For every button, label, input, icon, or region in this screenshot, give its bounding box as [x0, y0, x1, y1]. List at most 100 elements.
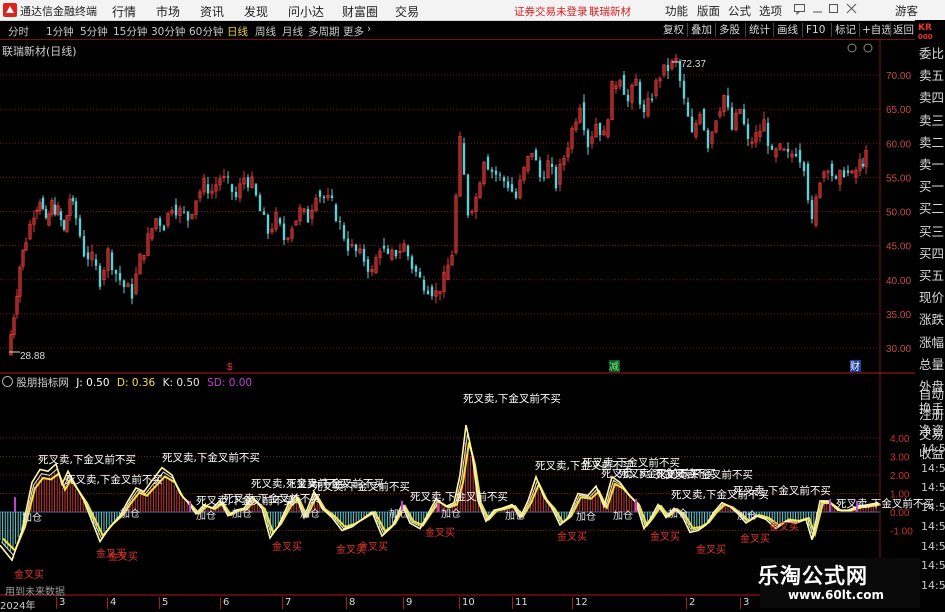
minimize-icon[interactable] — [810, 2, 824, 17]
indicator-name[interactable]: 股朋指标网 — [16, 377, 69, 389]
period-intraday[interactable]: 分时 — [8, 24, 29, 39]
indicator-settings-icon[interactable] — [2, 376, 13, 387]
period-15min[interactable]: 15分钟 — [113, 24, 147, 39]
login-status[interactable]: 证券交易未登录 — [514, 4, 588, 19]
month-tick — [282, 597, 283, 609]
menu-quotes[interactable]: 行情 — [112, 3, 136, 20]
candle-body — [366, 259, 370, 272]
trade-shortcut[interactable]: 自动 — [919, 384, 945, 406]
month-tick — [459, 597, 460, 609]
period-60min[interactable]: 60分钟 — [189, 24, 223, 39]
price-tick: 30.00 — [886, 344, 911, 355]
close-icon[interactable] — [844, 2, 858, 17]
menu-fortune-circle[interactable]: 财富圈 — [342, 3, 378, 20]
add-watchlist-button[interactable]: +自选 — [862, 23, 892, 37]
candle-body — [538, 160, 542, 178]
period-1min[interactable]: 1分钟 — [46, 24, 74, 39]
quote-field[interactable]: 买三 — [919, 221, 945, 243]
candle-body — [74, 201, 78, 219]
candle-body — [186, 211, 190, 221]
quote-field[interactable]: 卖四 — [919, 87, 945, 109]
chevron-right-icon[interactable]: › — [367, 23, 371, 35]
candle-body — [486, 156, 490, 170]
back-button[interactable]: 返回 — [893, 23, 914, 37]
menu-function[interactable]: 功能 — [665, 3, 688, 19]
month-label: 2 — [689, 597, 696, 608]
menu-market[interactable]: 市场 — [156, 3, 180, 20]
quote-field[interactable]: 买二 — [919, 198, 945, 220]
finance-marker[interactable]: 财 — [850, 360, 860, 373]
mark-button[interactable]: 标记 — [835, 23, 856, 37]
app-title: 通达信金融终端 — [20, 5, 97, 18]
quote-field[interactable]: 买一 — [919, 176, 945, 198]
guest-label[interactable]: 游客 — [895, 3, 918, 19]
quote-field[interactable]: 总量 — [919, 354, 945, 376]
menu-ask[interactable]: 问小达 — [288, 3, 324, 20]
trade-shortcut[interactable]: 注册 — [919, 404, 945, 426]
month-tick — [686, 597, 687, 609]
menu-options[interactable]: 选项 — [759, 3, 782, 19]
add-position-label: 加仓 — [232, 509, 252, 520]
current-stock-name: 联瑞新材 — [589, 6, 631, 18]
candle-body — [266, 214, 270, 234]
dividend-marker[interactable]: $ — [227, 362, 233, 373]
candle-body — [730, 107, 734, 130]
indicator-tick: 3.00 — [890, 453, 910, 464]
period-more[interactable]: 更多 — [343, 24, 364, 39]
draw-line-button[interactable]: 画线 — [777, 23, 798, 37]
period-5min[interactable]: 5分钟 — [80, 24, 108, 39]
quote-field[interactable]: 买四 — [919, 243, 945, 265]
f10-button[interactable]: F10 — [806, 23, 825, 37]
menu-formula[interactable]: 公式 — [728, 3, 751, 19]
chat-icon[interactable] — [792, 2, 806, 17]
month-tick — [403, 597, 404, 609]
candle-body — [638, 81, 642, 105]
period-weekly[interactable]: 周线 — [255, 24, 276, 39]
quote-field[interactable]: 卖五 — [919, 65, 945, 87]
golden-cross-label: 金叉买 — [272, 542, 302, 553]
menu-layout[interactable]: 版面 — [697, 3, 720, 19]
candle-body — [861, 163, 865, 167]
tick-time: 14:56 — [921, 539, 945, 553]
period-multi[interactable]: 多周期 — [308, 24, 340, 39]
candle-body — [82, 236, 86, 257]
candle-body — [334, 204, 338, 222]
title-bar: 通达信金融终端 行情 市场 资讯 发现 问小达 财富圈 交易 证券交易未登录 联… — [0, 0, 945, 21]
multi-stock-button[interactable]: 多股 — [719, 23, 740, 37]
golden-cross-label: 金叉买 — [14, 570, 44, 581]
candle-body — [278, 218, 282, 224]
candle-body — [810, 200, 814, 220]
maximize-icon[interactable] — [826, 2, 840, 17]
quote-field[interactable]: 涨跌 — [919, 309, 945, 331]
quote-field[interactable]: 卖二 — [919, 132, 945, 154]
reduction-marker[interactable]: 减 — [609, 361, 619, 373]
overlay-button[interactable]: 叠加 — [691, 23, 712, 37]
quote-field[interactable]: 卖一 — [919, 154, 945, 176]
chart-settings-icons[interactable] — [847, 43, 873, 53]
golden-cross-label: 金叉买 — [696, 545, 726, 556]
period-30min[interactable]: 30分钟 — [151, 24, 185, 39]
menu-discover[interactable]: 发现 — [244, 3, 268, 20]
month-tick — [512, 597, 513, 609]
month-label: 7 — [285, 597, 292, 608]
candle-body — [386, 248, 390, 254]
golden-cross-label: 金叉买 — [108, 552, 138, 563]
menu-news[interactable]: 资讯 — [200, 3, 224, 20]
quote-field[interactable]: 卖三 — [919, 110, 945, 132]
month-label: 6 — [223, 597, 230, 608]
month-tick — [220, 597, 221, 609]
candle-body — [406, 245, 410, 257]
period-daily[interactable]: 日线 — [227, 24, 248, 39]
quote-field[interactable]: 委比 — [919, 43, 945, 65]
candle-body — [726, 95, 730, 108]
golden-cross-label: 金叉买 — [425, 528, 455, 539]
menu-trade[interactable]: 交易 — [395, 3, 419, 20]
candle-body — [382, 245, 386, 249]
statistics-button[interactable]: 统计 — [749, 23, 770, 37]
period-monthly[interactable]: 月线 — [282, 24, 303, 39]
quote-field[interactable]: 现价 — [919, 287, 945, 309]
adjust-button[interactable]: 复权 — [663, 23, 684, 37]
candlestick-chart[interactable]: 70.00 65.00 60.00 55.00 50.00 45.00 40.00 35.00… — [0, 40, 915, 375]
quote-field[interactable]: 买五 — [919, 265, 945, 287]
quote-field[interactable]: 涨幅 — [919, 332, 945, 354]
